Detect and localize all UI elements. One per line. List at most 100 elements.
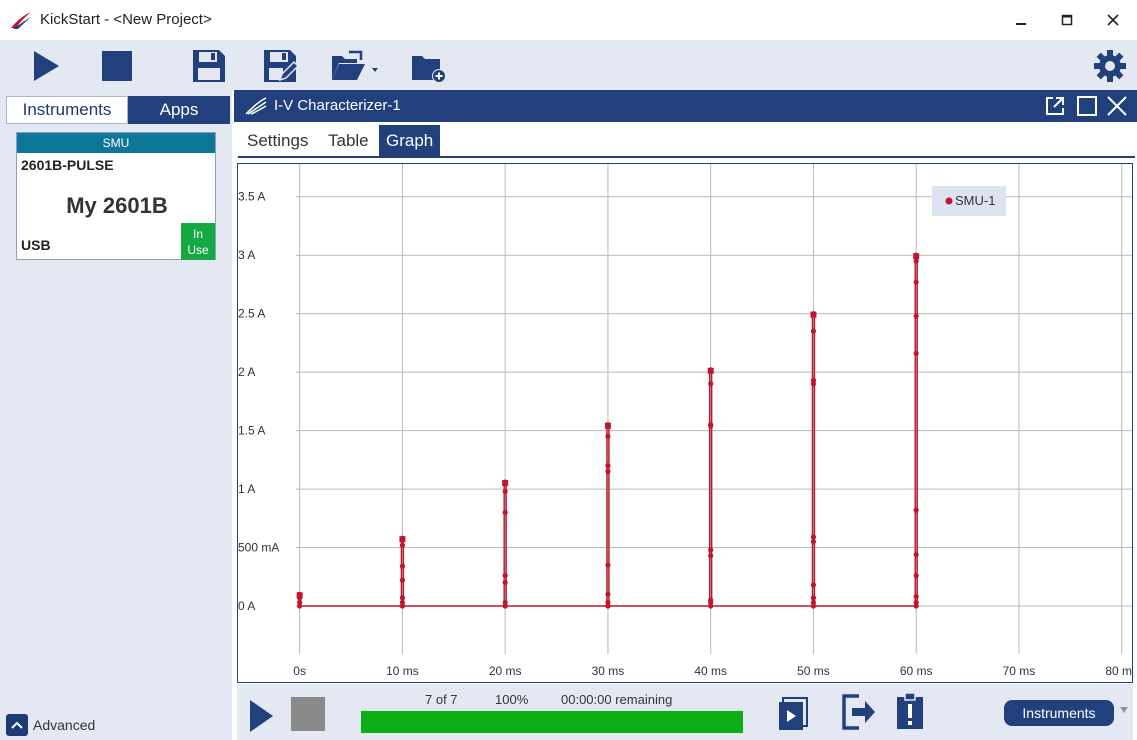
settings-button[interactable] xyxy=(1090,47,1130,85)
close-window-button[interactable] xyxy=(1098,8,1128,32)
data-point xyxy=(913,258,919,264)
save-as-icon xyxy=(264,50,298,82)
play-icon xyxy=(250,700,273,732)
document-tabs: Settings Table Graph xyxy=(238,122,1135,158)
pulse-peak-marker xyxy=(913,253,920,260)
stop-button[interactable] xyxy=(97,47,137,85)
instrument-model: 2601B-PULSE xyxy=(21,157,114,173)
save-as-button[interactable] xyxy=(260,47,300,85)
legend-marker xyxy=(945,197,953,205)
play-icon xyxy=(34,51,59,81)
pop-out-button[interactable] xyxy=(1042,94,1068,118)
close-document-button[interactable] xyxy=(1104,94,1130,118)
open-button[interactable] xyxy=(328,47,380,85)
gear-icon xyxy=(1094,50,1126,82)
instruments-button[interactable]: Instruments xyxy=(1004,700,1114,726)
tab-graph[interactable]: Graph xyxy=(379,125,441,156)
minimize-button[interactable] xyxy=(1006,8,1036,32)
data-point xyxy=(399,542,406,548)
data-point xyxy=(399,595,406,601)
advanced-toggle[interactable]: Advanced xyxy=(6,714,95,736)
main-toolbar xyxy=(0,40,1137,90)
data-point xyxy=(913,572,919,579)
x-tick-label: 20 ms xyxy=(489,664,522,678)
data-point xyxy=(810,582,817,588)
data-point xyxy=(605,463,611,469)
x-tick-label: 60 ms xyxy=(900,664,933,678)
chevron-down-icon[interactable] xyxy=(1119,706,1129,714)
maximize-document-button[interactable] xyxy=(1074,94,1100,118)
run-button[interactable] xyxy=(25,47,65,85)
data-point xyxy=(810,377,817,383)
progress-fill xyxy=(361,711,743,733)
data-point xyxy=(605,468,611,475)
stop-test-button[interactable] xyxy=(291,697,325,736)
pulse-peak-marker xyxy=(399,536,406,543)
step-icon xyxy=(779,697,808,730)
new-folder-icon xyxy=(412,56,446,83)
run-control-bar: 7 of 7 100% 00:00:00 remaining Instrumen… xyxy=(237,684,1133,740)
x-tick-label: 70 ms xyxy=(1003,664,1036,678)
data-point xyxy=(810,595,817,601)
instrument-connection: USB xyxy=(21,237,51,253)
stop-icon xyxy=(291,697,325,731)
export-button[interactable] xyxy=(841,694,877,735)
data-point xyxy=(913,350,919,357)
y-tick-label: 2.5 A xyxy=(238,307,265,321)
step-run-button[interactable] xyxy=(777,696,809,737)
title-bar: KickStart - <New Project> xyxy=(0,0,1137,40)
progress-count: 7 of 7 xyxy=(425,692,458,707)
instrument-name: My 2601B xyxy=(66,193,168,218)
data-point xyxy=(913,599,919,606)
document-title: I-V Characterizer-1 xyxy=(274,97,401,114)
data-point xyxy=(708,422,714,428)
maximize-icon xyxy=(1061,14,1073,26)
x-tick-label: 80 ms xyxy=(1105,664,1132,678)
maximize-button[interactable] xyxy=(1052,8,1082,32)
chart-svg: 0s 10 ms 20 ms 30 ms 40 ms 50 ms 60 ms 70 ms 80 … xyxy=(238,164,1137,678)
y-tick-label: 0 A xyxy=(238,599,255,613)
save-button[interactable] xyxy=(189,47,229,85)
document-title-bar: I-V Characterizer-1 xyxy=(234,90,1137,122)
data-point xyxy=(502,599,508,606)
new-project-button[interactable] xyxy=(408,47,448,85)
data-point xyxy=(502,572,508,579)
data-point xyxy=(399,599,406,606)
y-tick-label: 3.5 A xyxy=(238,190,265,204)
tab-apps[interactable]: Apps xyxy=(128,96,230,124)
run-test-button[interactable] xyxy=(247,698,275,739)
data-point xyxy=(810,599,817,606)
tab-table[interactable]: Table xyxy=(321,125,376,156)
characterizer-icon xyxy=(245,97,267,115)
document-window: I-V Characterizer-1 Settings Table Graph… xyxy=(234,90,1137,740)
data-point xyxy=(502,509,508,516)
kickstart-logo-icon xyxy=(11,12,31,29)
instruments-panel: Instruments Apps SMU 2601B-PULSE My 2601… xyxy=(0,90,232,740)
instrument-card[interactable]: SMU 2601B-PULSE My 2601B USB In Use xyxy=(16,132,216,260)
data-point xyxy=(913,313,919,319)
instrument-type: SMU xyxy=(17,133,215,153)
iv-graph[interactable]: 0s 10 ms 20 ms 30 ms 40 ms 50 ms 60 ms 70 ms 80 … xyxy=(237,163,1137,683)
clipboard-alert-button[interactable] xyxy=(895,692,925,735)
legend-label: SMU-1 xyxy=(955,193,995,208)
tab-settings[interactable]: Settings xyxy=(240,125,315,156)
pulse-peak-marker xyxy=(502,480,509,487)
y-tick-label: 1.5 A xyxy=(238,424,265,438)
window-title: KickStart - <New Project> xyxy=(40,11,212,28)
status-badge: In Use xyxy=(181,223,215,260)
chevron-up-icon xyxy=(6,714,28,736)
clipboard-alert-icon xyxy=(897,692,923,729)
x-tick-label: 30 ms xyxy=(592,664,625,678)
x-tick-label: 0s xyxy=(293,664,306,678)
y-tick-label: 1 A xyxy=(238,482,255,496)
pop-out-icon xyxy=(1046,97,1064,115)
data-point xyxy=(708,547,714,553)
data-point xyxy=(913,279,919,285)
tab-instruments[interactable]: Instruments xyxy=(6,96,128,124)
open-folder-icon xyxy=(332,50,378,80)
data-point xyxy=(605,562,611,568)
data-point xyxy=(913,551,919,558)
close-icon xyxy=(1107,14,1119,26)
data-point xyxy=(502,580,508,586)
save-icon xyxy=(193,50,225,82)
